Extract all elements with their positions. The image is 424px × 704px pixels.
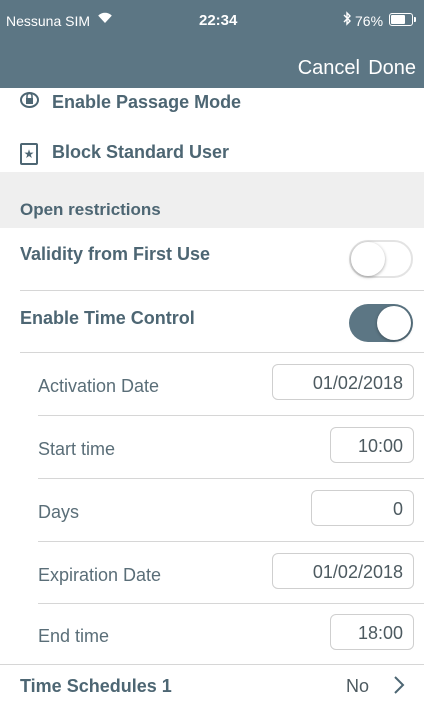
end-time-field[interactable]: 18:00 <box>330 614 414 650</box>
cancel-button[interactable]: Cancel <box>298 57 360 80</box>
battery-icon <box>389 13 416 26</box>
days-label: Days <box>38 502 80 522</box>
divider <box>38 541 424 542</box>
divider <box>38 415 424 416</box>
activation-date-row: Activation Date 01/02/2018 <box>0 354 424 416</box>
wifi-icon <box>97 10 113 28</box>
start-time-row: Start time 10:00 <box>0 417 424 479</box>
start-time-label: Start time <box>38 439 116 459</box>
start-time-field[interactable]: 10:00 <box>330 427 414 463</box>
time-control-label: Enable Time Control <box>20 308 195 328</box>
battery-percent: 76% <box>355 13 384 29</box>
time-control-toggle[interactable] <box>349 304 413 342</box>
activation-date-field[interactable]: 01/02/2018 <box>272 364 414 400</box>
done-button[interactable]: Done <box>368 57 416 80</box>
time-schedules-value: No <box>346 676 370 696</box>
chevron-right-icon <box>392 674 406 696</box>
validity-first-use-label: Validity from First Use <box>20 244 211 264</box>
navigation-bar: Cancel Done <box>0 40 424 88</box>
toggle-knob <box>377 306 411 340</box>
end-time-row: End time 18:00 <box>0 604 424 666</box>
passage-mode-label: Enable Passage Mode <box>52 92 242 112</box>
expiration-date-field[interactable]: 01/02/2018 <box>272 553 414 589</box>
block-user-row[interactable]: ★ Block Standard User <box>0 134 424 172</box>
status-bar: Nessuna SIM 22:34 76% <box>0 0 424 40</box>
toggle-knob <box>351 242 385 276</box>
open-restrictions-header: Open restrictions <box>0 172 424 228</box>
lock-icon <box>20 91 39 108</box>
time-control-row: Enable Time Control <box>0 292 424 352</box>
divider <box>38 478 424 479</box>
expiration-date-label: Expiration Date <box>38 565 162 585</box>
validity-first-use-toggle[interactable] <box>349 240 413 278</box>
section-title: Open restrictions <box>20 200 161 219</box>
block-user-label: Block Standard User <box>52 142 230 162</box>
passage-mode-row[interactable]: Enable Passage Mode <box>0 88 424 118</box>
carrier-label: Nessuna SIM <box>6 13 91 29</box>
bluetooth-icon <box>342 11 352 30</box>
activation-date-label: Activation Date <box>38 376 160 396</box>
clock: 22:34 <box>199 12 238 29</box>
expiration-date-row: Expiration Date 01/02/2018 <box>0 543 424 605</box>
document-star-icon: ★ <box>20 143 38 165</box>
days-row: Days 0 <box>0 480 424 542</box>
time-schedules-row[interactable]: Time Schedules 1 No <box>0 664 424 704</box>
divider <box>20 352 424 353</box>
days-field[interactable]: 0 <box>311 490 414 526</box>
divider <box>20 290 424 291</box>
time-schedules-label: Time Schedules 1 <box>20 676 172 696</box>
validity-first-use-row: Validity from First Use <box>0 228 424 288</box>
end-time-label: End time <box>38 626 110 646</box>
